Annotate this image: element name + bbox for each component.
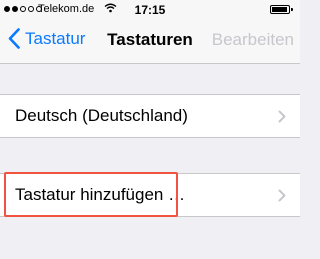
list-item-label: Deutsch (Deutschland) bbox=[15, 106, 188, 125]
highlight-box bbox=[4, 172, 178, 217]
battery-nub bbox=[291, 8, 293, 11]
chevron-right-icon bbox=[278, 189, 286, 202]
list-item-deutsch[interactable]: Deutsch (Deutschland) bbox=[0, 94, 300, 138]
navigation-bar: Tastatur Tastaturen Bearbeiten bbox=[0, 20, 300, 64]
battery-icon bbox=[270, 5, 293, 14]
chevron-right-icon bbox=[278, 110, 286, 123]
edit-button[interactable]: Bearbeiten bbox=[212, 30, 294, 50]
battery-fill bbox=[272, 7, 287, 12]
status-bar: Telekom.de 17:15 bbox=[0, 0, 300, 20]
status-time: 17:15 bbox=[134, 3, 166, 17]
